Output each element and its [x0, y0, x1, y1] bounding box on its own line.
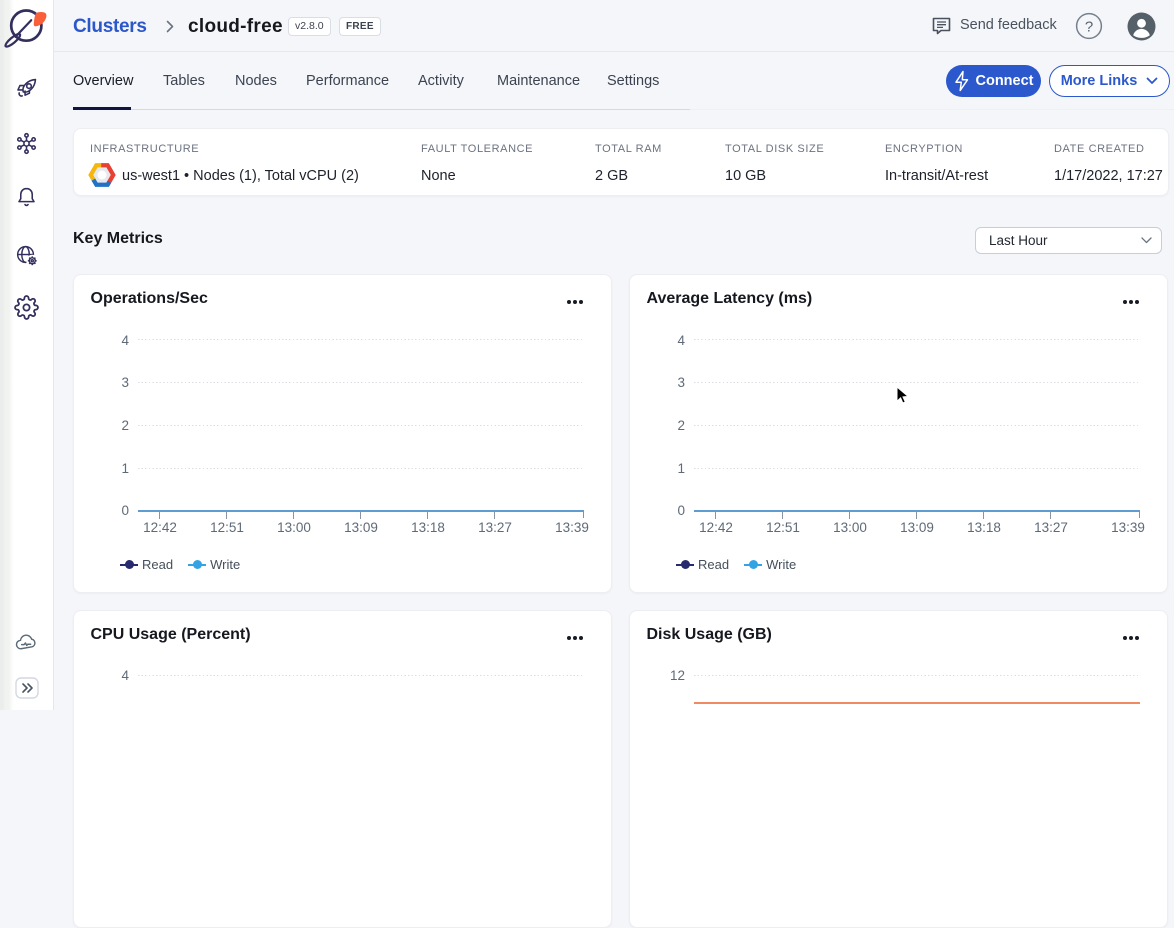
svg-text:?: ? [1085, 19, 1093, 36]
